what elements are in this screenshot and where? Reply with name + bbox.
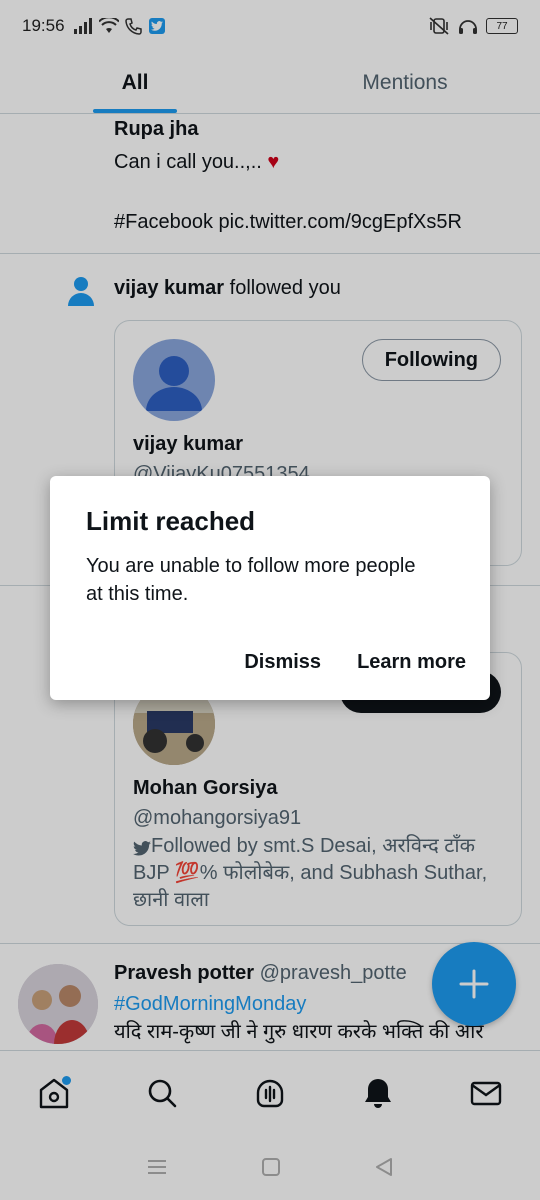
dialog-message: You are unable to follow more people at … xyxy=(86,555,416,605)
learn-more-button[interactable]: Learn more xyxy=(357,651,466,674)
dialog-title: Limit reached xyxy=(86,506,256,536)
dismiss-button[interactable]: Dismiss xyxy=(244,651,321,674)
limit-reached-dialog: Limit reached You are unable to follow m… xyxy=(50,476,490,700)
